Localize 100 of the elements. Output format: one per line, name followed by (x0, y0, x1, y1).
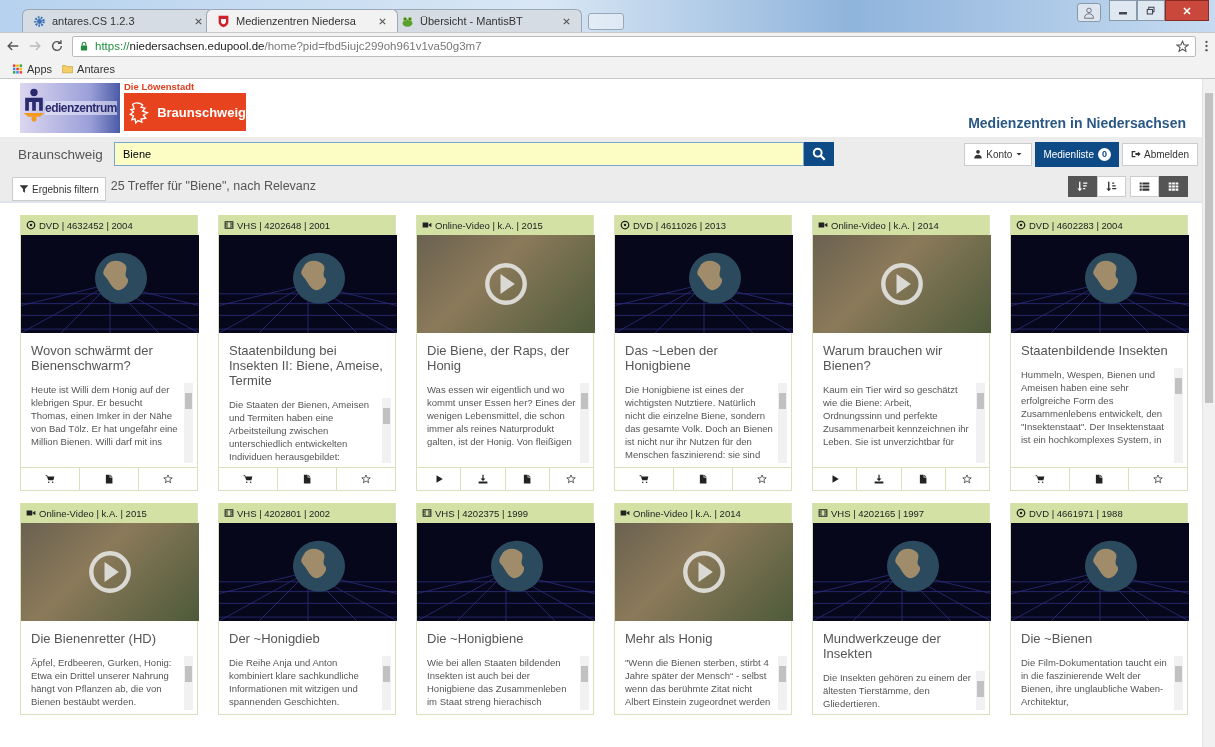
card-title[interactable]: Die Biene, der Raps, der Honig (417, 333, 593, 379)
media-list-button[interactable]: Medienliste 0 (1035, 141, 1119, 167)
restore-button[interactable] (1137, 0, 1165, 21)
photo-placeholder[interactable] (813, 235, 991, 333)
document-icon (698, 474, 708, 484)
film-icon (224, 220, 234, 230)
play-circle-icon[interactable] (880, 262, 924, 306)
globe-drawing[interactable] (219, 235, 397, 333)
scrollbar[interactable] (382, 656, 391, 710)
photo-placeholder[interactable] (21, 523, 199, 621)
scrollbar[interactable] (778, 383, 787, 463)
card-description: Kaum ein Tier wird so geschätzt wie die Biene: Arbeit, Ordnungssinn und perfekte Zusammenarbeit kennzeichnen ihr Leben. Sie ist unverzichtbar für (823, 383, 970, 448)
result-card[interactable]: VHS | 4202165 | 1997 Mundwerkzeuge der Insekten Die Insekten gehören zu einem der ältesten Tierstämme, den Gliedertieren. (812, 503, 990, 715)
bookmark[interactable]: Apps (12, 62, 53, 75)
media-info: VHS | 4202801 | 2002 (237, 507, 331, 519)
profile-button[interactable] (1077, 3, 1101, 22)
result-card[interactable]: VHS | 4202375 | 1999 Die ~Honigbiene Wie bei allen Staaten bildenden Insekten ist auch bei der Honigbiene das Zusammenleben im Staat streng hierachisch (416, 503, 594, 715)
video-camera-icon (818, 220, 828, 230)
search-button[interactable] (804, 142, 834, 166)
result-card[interactable] (416, 215, 594, 491)
logout-button[interactable]: Abmelden (1121, 142, 1198, 166)
card-title[interactable]: Wovon schwärmt der Bienenschwarm? (21, 333, 197, 379)
download-icon (873, 474, 884, 484)
play-circle-icon[interactable] (484, 262, 528, 306)
scrollbar[interactable] (382, 398, 391, 463)
filter-button[interactable]: Ergebnis filtern (12, 177, 106, 201)
play-circle-icon[interactable] (88, 550, 132, 594)
card-title[interactable]: Mundwerkzeuge der Insekten (813, 621, 989, 667)
close-icon[interactable] (562, 16, 571, 26)
media-info: VHS | 4202165 | 1997 (831, 507, 925, 519)
card-title[interactable]: Die Bienenretter (HD) (21, 621, 197, 652)
account-button[interactable]: Konto (964, 142, 1033, 166)
address-bar[interactable]: https://niedersachsen.edupool.de/home?pid=fbd5iujc299oh961v1va50g3m7 (72, 35, 1196, 57)
card-title[interactable]: Staatenbildende Insekten (1011, 333, 1187, 364)
globe-drawing[interactable] (21, 235, 199, 333)
card-title[interactable]: Der ~Honigdieb (219, 621, 395, 652)
page-scrollbar[interactable] (1202, 79, 1215, 747)
cart-icon (45, 474, 55, 484)
grid-view-button[interactable] (1159, 175, 1188, 197)
result-card[interactable]: Online-Video | k.A. | 2014 Warum brauchen wir Bienen? Kaum ein Tier wird so geschätzt wie die Biene: Arbeit, Ordnungssinn und perfekte Zusammenarbeit kennzeichnen ihr Leben. Sie ist unverzichtbar für (812, 215, 990, 491)
globe-drawing[interactable] (1011, 235, 1189, 333)
scrollbar[interactable] (976, 671, 985, 710)
cart-icon (243, 474, 253, 484)
card-description: Die Staaten der Bienen, Ameisen und Termiten haben eine Arbeitsteilung zwischen unterschiedlich entwickelten Individuen herausgebildet: (229, 398, 370, 463)
scrollbar[interactable] (1174, 656, 1183, 710)
globe-drawing[interactable] (417, 523, 595, 621)
globe-drawing[interactable] (1011, 523, 1189, 621)
result-card[interactable] (614, 215, 792, 491)
photo-placeholder[interactable] (417, 235, 595, 333)
portal-title: Medienzentren in Niedersachsen (968, 115, 1186, 131)
scrollbar[interactable] (1174, 368, 1183, 463)
result-card[interactable]: Online-Video | k.A. | 2014 Mehr als Honig "Wenn die Bienen sterben, stirbt 4 Jahre später der Mensch“ - selbst wenn das berühmte Zitat nicht Albert Einstein zugeordnet werden (614, 503, 792, 715)
close-icon[interactable] (194, 16, 203, 26)
bookmark[interactable]: Antares (62, 62, 115, 75)
minimize-button[interactable] (1109, 0, 1137, 21)
city-logo[interactable]: Braunschweig (124, 93, 246, 131)
result-card[interactable] (1010, 215, 1188, 491)
scrollbar[interactable] (184, 383, 193, 463)
card-title[interactable]: Die ~Honigbiene (417, 621, 593, 652)
card-title[interactable]: Die ~Bienen (1011, 621, 1187, 652)
star-icon (361, 474, 371, 484)
reload-icon[interactable] (50, 39, 64, 53)
list-view-button[interactable] (1130, 175, 1159, 197)
sort-descending-button[interactable] (1068, 175, 1097, 197)
result-card[interactable] (20, 215, 198, 491)
result-card[interactable] (218, 215, 396, 491)
result-card[interactable]: DVD | 4661971 | 1988 Die ~Bienen Die Film-Dokumentation taucht ein in die faszinierende Welt der Bienen, ihre unglaubliche Waben-Architektur, (1010, 503, 1188, 715)
folder-icon (62, 63, 74, 74)
close-window-button[interactable] (1165, 0, 1209, 21)
medienzentrum-logo[interactable]: edienzentrum (20, 83, 120, 133)
sort-ascending-button[interactable] (1097, 175, 1126, 197)
browser-tab[interactable]: Medienzentren Niedersa (206, 9, 398, 32)
funnel-icon (19, 184, 29, 194)
disc-icon (620, 220, 630, 230)
globe-drawing[interactable] (813, 523, 991, 621)
menu-icon[interactable] (1204, 39, 1209, 53)
close-icon[interactable] (378, 16, 387, 26)
logout-icon (1130, 149, 1141, 159)
scrollbar[interactable] (580, 383, 589, 463)
photo-placeholder[interactable] (615, 523, 793, 621)
card-title[interactable]: Mehr als Honig (615, 621, 791, 652)
card-title[interactable]: Das ~Leben der Honigbiene (615, 333, 791, 379)
back-arrow-icon[interactable] (6, 39, 20, 53)
scrollbar[interactable] (976, 383, 985, 463)
play-circle-icon[interactable] (682, 550, 726, 594)
disc-icon (1016, 220, 1026, 230)
globe-drawing[interactable] (219, 523, 397, 621)
scrollbar[interactable] (580, 656, 589, 710)
bookmark-star-icon[interactable] (1176, 39, 1189, 53)
logo-text: edienzentrum (45, 101, 117, 115)
globe-drawing[interactable] (615, 235, 793, 333)
media-info: DVD | 4602283 | 2004 (1029, 219, 1123, 231)
scrollbar[interactable] (778, 656, 787, 710)
search-field[interactable]: Biene (114, 142, 804, 166)
card-title[interactable]: Warum brauchen wir Bienen? (813, 333, 989, 379)
result-card[interactable]: Online-Video | k.A. | 2015 Die Bienenretter (HD) Äpfel, Erdbeeren, Gurken, Honig: Etwa ein Drittel unserer Nahrung hängt von Pflanzen ab, die von Bienen bestäubt werden. (20, 503, 198, 715)
card-description: "Wenn die Bienen sterben, stirbt 4 Jahre später der Mensch“ - selbst wenn das berühmte Zitat nicht Albert Einstein zugeordnet werden (625, 656, 772, 708)
result-card[interactable]: VHS | 4202801 | 2002 Der ~Honigdieb Die Reihe Anja und Anton kombiniert klare sachkundliche Informationen mit witzigen und spannenden Geschichten. (218, 503, 396, 715)
card-title[interactable]: Staatenbildung bei Insekten II: Biene, Ameise, Termite (219, 333, 395, 394)
scrollbar[interactable] (184, 656, 193, 710)
